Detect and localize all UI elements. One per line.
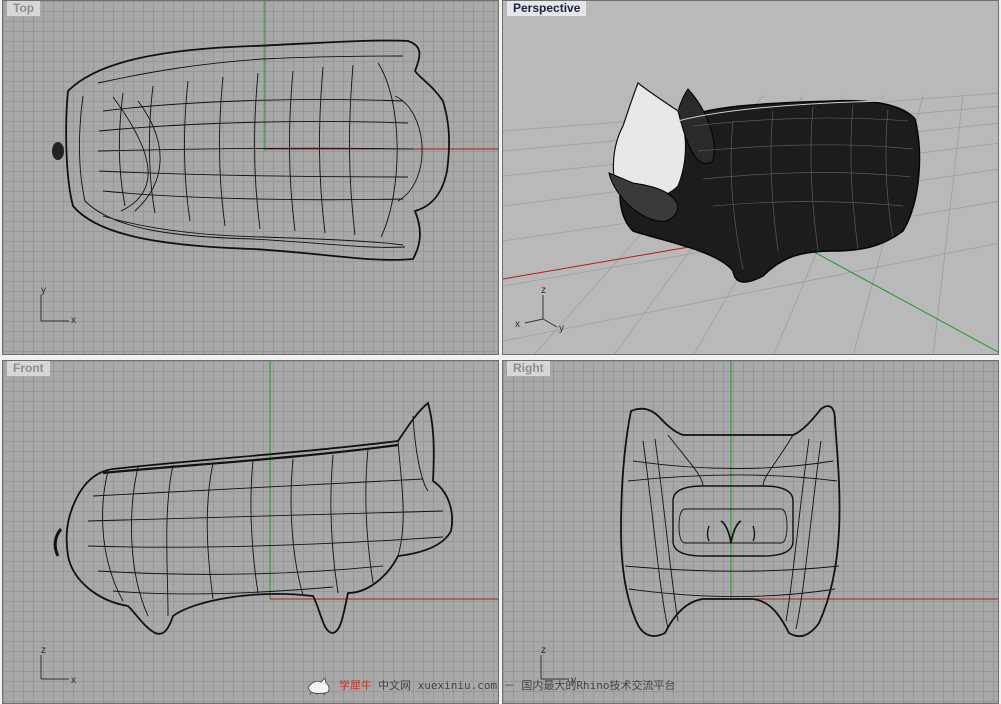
pig-model-top-wireframe	[65, 39, 450, 261]
watermark: 学犀牛 中文网 xuexiniu.com － 国内最大的Rhino技术交流平台	[305, 674, 675, 696]
viewport-tab-front[interactable]: Front	[7, 361, 50, 376]
axis-widget-front: z x	[40, 645, 76, 686]
axis-label-x: x	[71, 675, 76, 686]
watermark-text: 中文网 xuexiniu.com － 国内最大的Rhino技术交流平台	[378, 679, 676, 692]
tail-shape	[52, 142, 64, 160]
pig-model-perspective	[608, 82, 921, 283]
viewport-tab-perspective[interactable]: Perspective	[507, 1, 587, 16]
axis-widget-perspective: z x y	[515, 285, 564, 334]
axis-label-y: y	[559, 323, 564, 334]
viewport-tab-right[interactable]: Right	[507, 361, 550, 376]
axis-label-z: z	[541, 285, 546, 296]
top-view-scene: y x	[40, 1, 498, 326]
right-view-scene: z y	[540, 361, 998, 686]
axis-label-x: x	[515, 319, 520, 330]
perspective-view-scene: z x y	[503, 82, 998, 354]
viewport-perspective[interactable]: Perspective z x y	[502, 0, 999, 355]
axis-widget-top: y x	[40, 285, 76, 326]
viewport-right[interactable]: Right z y	[502, 360, 999, 704]
viewport-tab-top[interactable]: Top	[7, 1, 41, 16]
front-view-scene: z x	[40, 361, 498, 686]
axis-label-z: z	[41, 645, 46, 656]
rhino-logo-icon	[307, 676, 330, 696]
pig-model-right-wireframe	[620, 405, 841, 638]
viewport-front[interactable]: Front z x	[2, 360, 499, 704]
axis-label-z: z	[541, 645, 546, 656]
axis-label-y: y	[41, 285, 46, 296]
axis-label-x: x	[71, 315, 76, 326]
watermark-brand: 学犀牛	[339, 679, 372, 692]
viewport-top[interactable]: Top y x	[2, 0, 499, 355]
